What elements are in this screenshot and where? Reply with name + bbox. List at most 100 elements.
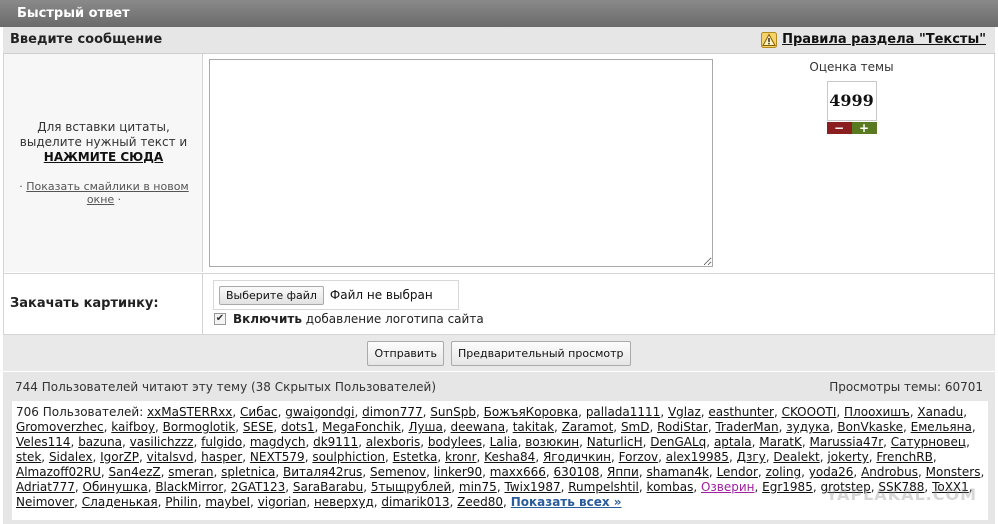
user-link[interactable]: zoling <box>766 465 802 479</box>
user-link[interactable]: Androbus <box>861 465 918 479</box>
user-link[interactable]: 2GAT123 <box>231 480 285 494</box>
rating-plus-button[interactable]: + <box>851 122 877 134</box>
user-link[interactable]: MegaFonchik <box>322 420 401 434</box>
user-link[interactable]: jokerty <box>827 450 868 464</box>
user-link[interactable]: Estetka <box>393 450 438 464</box>
insert-quote-link[interactable]: НАЖМИТЕ СЮДА <box>4 150 203 165</box>
user-link[interactable]: Vglaz <box>668 405 701 419</box>
user-link[interactable]: deewana <box>451 420 506 434</box>
user-link[interactable]: alexboris <box>366 435 420 449</box>
user-link[interactable]: dimarik013 <box>381 495 449 509</box>
user-link[interactable]: dots1 <box>281 420 315 434</box>
user-link[interactable]: Semenov <box>370 465 426 479</box>
user-link[interactable]: возюкин <box>525 435 579 449</box>
user-link[interactable]: bazuna <box>78 435 122 449</box>
user-link[interactable]: RodiStar <box>657 420 708 434</box>
rules-link[interactable]: Правила раздела "Тексты" <box>782 27 986 53</box>
user-link[interactable]: kronr <box>445 450 477 464</box>
user-link[interactable]: MaratK <box>759 435 802 449</box>
user-link[interactable]: IgorZP <box>100 450 139 464</box>
user-link[interactable]: shaman4k <box>646 465 708 479</box>
user-link[interactable]: vasilichzzz <box>130 435 194 449</box>
user-link[interactable]: SaraBarabu <box>293 480 363 494</box>
user-link[interactable]: BonVkaske <box>837 420 903 434</box>
user-link[interactable]: Zaramot <box>562 420 614 434</box>
user-link[interactable]: Kesha84 <box>484 450 535 464</box>
show-smiles-link[interactable]: Показать смайлики в новом окне <box>26 180 188 206</box>
user-link[interactable]: Gromoverzhec <box>16 420 104 434</box>
logo-checkbox[interactable]: ✔ <box>214 313 226 325</box>
user-link[interactable]: Zeed80 <box>457 495 503 509</box>
user-link[interactable]: smeran <box>168 465 213 479</box>
user-link[interactable]: linker90 <box>434 465 482 479</box>
user-link[interactable]: Xanadu <box>917 405 963 419</box>
user-link[interactable]: SESE <box>243 420 273 434</box>
user-link[interactable]: Twix1987 <box>504 480 560 494</box>
user-link[interactable]: SmD <box>621 420 650 434</box>
user-link[interactable]: Плоохишъ <box>844 405 910 419</box>
user-link[interactable]: NEXT579 <box>250 450 305 464</box>
user-link[interactable]: DenGALq <box>650 435 706 449</box>
user-link[interactable]: БожъяКоровка <box>484 405 579 419</box>
user-link[interactable]: Сладенькая <box>82 495 158 509</box>
user-link[interactable]: gwaigondgi <box>285 405 354 419</box>
preview-button[interactable]: Предварительный просмотр <box>450 340 631 366</box>
user-link[interactable]: hasper <box>201 450 242 464</box>
user-link[interactable]: Marussia47r <box>810 435 884 449</box>
user-link[interactable]: Philin <box>165 495 197 509</box>
user-link[interactable]: Lalia <box>490 435 518 449</box>
user-link[interactable]: kaifboy <box>111 420 155 434</box>
user-link[interactable]: vigorian <box>258 495 307 509</box>
user-link[interactable]: зудука <box>786 420 829 434</box>
user-link[interactable]: Озверин <box>701 480 755 494</box>
user-link[interactable]: Adriat777 <box>16 480 75 494</box>
user-link[interactable]: Monsters <box>926 465 981 479</box>
user-link[interactable]: aptala <box>714 435 752 449</box>
user-link[interactable]: Sidalex <box>49 450 93 464</box>
user-link[interactable]: kombas <box>647 480 694 494</box>
user-link[interactable]: maybeI <box>205 495 250 509</box>
user-link[interactable]: bodylees <box>428 435 482 449</box>
user-link[interactable]: pallada1111 <box>586 405 661 419</box>
user-link[interactable]: San4ezZ <box>109 465 161 479</box>
user-link[interactable]: Яппи <box>607 465 639 479</box>
user-link[interactable]: dk9111 <box>313 435 358 449</box>
user-link[interactable]: fulgido <box>201 435 242 449</box>
user-link[interactable]: min75 <box>459 480 497 494</box>
file-input[interactable]: Выберите файл Файл не выбран <box>213 280 459 310</box>
user-link[interactable]: Виталя42rus <box>283 465 362 479</box>
user-link[interactable]: Rumpelshtil <box>568 480 639 494</box>
user-link[interactable]: Обинушка <box>83 480 148 494</box>
user-link[interactable]: easthunter <box>708 405 774 419</box>
user-link[interactable]: BlackMirror <box>155 480 223 494</box>
user-link[interactable]: Ягодичкин <box>543 450 611 464</box>
user-link[interactable]: SunSpb <box>430 405 476 419</box>
rating-minus-button[interactable]: − <box>826 122 852 134</box>
user-link[interactable]: Dealekt <box>773 450 819 464</box>
user-link[interactable]: Сибас <box>240 405 278 419</box>
user-link[interactable]: 5тыщрублей <box>371 480 451 494</box>
user-link[interactable]: Сатурновец <box>891 435 966 449</box>
user-link[interactable]: CKOOOTI <box>782 405 837 419</box>
user-link[interactable]: stek <box>16 450 41 464</box>
user-link[interactable]: 630108 <box>554 465 600 479</box>
user-link[interactable]: FrenchRB <box>876 450 932 464</box>
user-link[interactable]: maxx666 <box>490 465 546 479</box>
user-link[interactable]: xxMaSTERRxx <box>147 405 232 419</box>
user-link[interactable]: Lendor <box>717 465 758 479</box>
message-textarea[interactable] <box>209 59 713 267</box>
user-link[interactable]: Neimover <box>16 495 74 509</box>
user-link[interactable]: dimon777 <box>362 405 423 419</box>
user-link[interactable]: magdych <box>250 435 306 449</box>
user-link[interactable]: vitalsvd <box>147 450 194 464</box>
user-link[interactable]: Емельяна <box>911 420 972 434</box>
user-link[interactable]: Almazoff02RU <box>16 465 101 479</box>
send-button[interactable]: Отправить <box>367 340 444 366</box>
user-link[interactable]: Bormoglotik <box>163 420 236 434</box>
user-link[interactable]: NaturlicH <box>587 435 643 449</box>
show-all-users-link[interactable]: Показать всех » <box>511 495 622 509</box>
user-link[interactable]: Forzov <box>619 450 659 464</box>
user-link[interactable]: TraderMan <box>715 420 778 434</box>
user-link[interactable]: spletnica <box>221 465 275 479</box>
user-link[interactable]: Veles114 <box>16 435 71 449</box>
